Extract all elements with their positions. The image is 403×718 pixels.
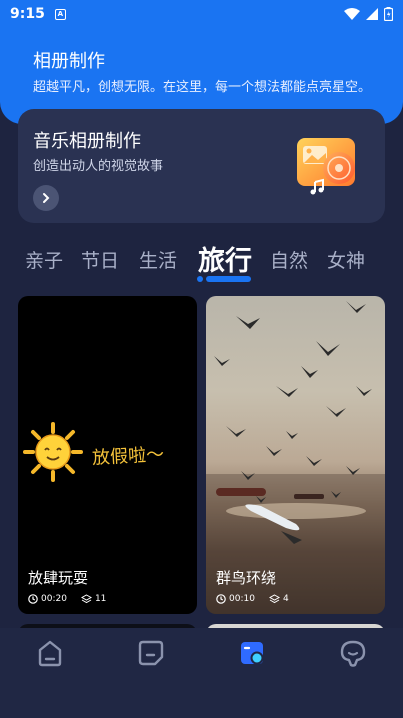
wifi-icon <box>344 8 360 20</box>
template-meta: 00:20 11 <box>28 594 106 604</box>
template-name: 群鸟环绕 <box>216 569 277 587</box>
battery-icon <box>384 7 393 21</box>
template-photo-count: 4 <box>282 594 289 604</box>
music-album-illustration <box>297 138 355 195</box>
active-tab-indicator <box>206 276 251 282</box>
album-icon <box>241 642 264 665</box>
note-icon <box>138 640 164 666</box>
tab-festival[interactable]: 节日 <box>81 246 119 273</box>
template-card[interactable]: 放假啦～ 放肆玩耍 00:20 11 <box>18 296 197 614</box>
status-bar: 9:15 A <box>0 0 403 28</box>
template-card[interactable]: 群鸟环绕 00:10 4 <box>206 296 385 614</box>
page-subtitle: 超越平凡，创想无限。在这里，每一个想法都能点亮星空。 <box>33 80 372 95</box>
music-album-card[interactable]: 音乐相册制作 创造出动人的视觉故事 <box>18 109 385 223</box>
page-title: 相册制作 <box>33 51 105 72</box>
template-meta: 00:10 4 <box>216 594 289 604</box>
notification-icon: A <box>54 8 66 20</box>
status-time: 9:15 <box>10 6 45 22</box>
bottom-nav <box>0 628 403 718</box>
template-name: 放肆玩耍 <box>28 569 89 587</box>
card-arrow-button[interactable] <box>33 185 59 211</box>
nav-profile[interactable] <box>338 638 368 668</box>
chevron-right-icon <box>43 193 50 203</box>
nav-note[interactable] <box>136 638 166 668</box>
nav-album[interactable] <box>237 638 267 668</box>
clock-icon <box>216 594 226 604</box>
layers-icon <box>80 594 92 604</box>
card-subtitle: 创造出动人的视觉故事 <box>33 159 164 174</box>
signal-icon <box>366 8 378 20</box>
tab-goddess[interactable]: 女神 <box>327 246 365 273</box>
profile-icon <box>340 640 366 667</box>
tab-parenting[interactable]: 亲子 <box>25 246 63 273</box>
sticker-text: 放假啦～ <box>91 444 165 469</box>
layers-icon <box>268 594 280 604</box>
tab-life[interactable]: 生活 <box>139 246 177 273</box>
status-icons <box>344 7 393 21</box>
sun-sticker-icon <box>23 422 83 482</box>
tab-nature[interactable]: 自然 <box>270 246 308 273</box>
template-photo-count: 11 <box>94 594 107 604</box>
tab-travel[interactable]: 旅行 <box>198 239 252 278</box>
clock-icon <box>28 594 38 604</box>
header-banner: 9:15 A 相册制作 超越平凡，创想无限。在这里，每一个想法都能点亮星空。 <box>0 0 403 124</box>
nav-home[interactable] <box>35 638 65 668</box>
screen: 9:15 A 相册制作 超越平凡，创想无限。在这里，每一个想法都能点亮星空。 音… <box>0 0 403 718</box>
active-tab-indicator-dot <box>197 276 203 282</box>
home-icon <box>38 640 62 667</box>
template-duration: 00:10 <box>229 594 255 604</box>
template-duration: 00:20 <box>41 594 67 604</box>
card-title: 音乐相册制作 <box>33 131 141 152</box>
